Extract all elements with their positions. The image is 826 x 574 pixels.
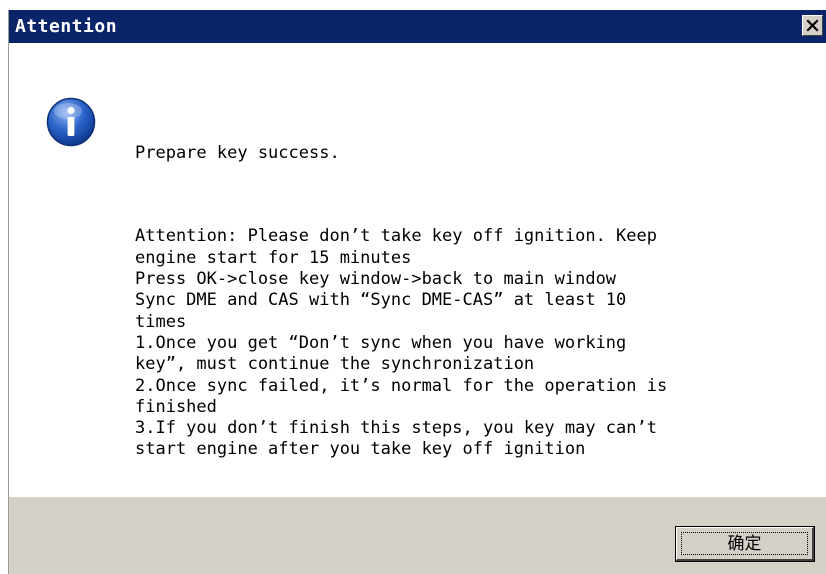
message-headline: Prepare key success.: [135, 142, 340, 163]
screen: Attention Prepare key success. Attention…: [0, 0, 826, 574]
close-icon: [806, 19, 819, 32]
dialog-title: Attention: [15, 16, 118, 37]
attention-dialog: Attention Prepare key success. Attention…: [8, 10, 826, 574]
ok-button-label: 确定: [727, 534, 762, 554]
close-button[interactable]: [802, 15, 823, 36]
message-text: Prepare key success. Attention: Please d…: [135, 100, 775, 503]
info-icon: [46, 97, 96, 147]
button-bar: 确定: [9, 497, 826, 574]
dialog-content: Prepare key success. Attention: Please d…: [9, 43, 826, 497]
title-bar[interactable]: Attention: [9, 10, 826, 43]
ok-button[interactable]: 确定: [675, 526, 815, 562]
message-body: Attention: Please don’t take key off ign…: [135, 226, 668, 460]
